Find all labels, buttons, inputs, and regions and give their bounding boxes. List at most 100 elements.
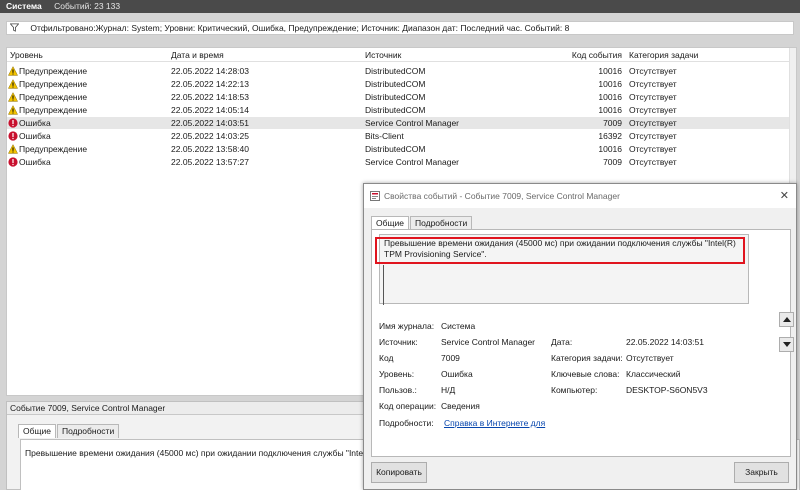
warning-icon bbox=[8, 105, 18, 115]
general-tab-panel: Превышение времени ожидания (45000 мс) п… bbox=[371, 229, 794, 457]
label-keywords: Ключевые слова: bbox=[551, 369, 620, 379]
cell-date: 22.05.2022 13:57:27 bbox=[171, 157, 249, 167]
event-properties-dialog: Свойства событий - Событие 7009, Service… bbox=[363, 183, 797, 490]
preview-tabs: Общие Подробности bbox=[18, 424, 120, 438]
dialog-tabs: Общие Подробности bbox=[371, 216, 473, 230]
cell-source: DistributedCOM bbox=[365, 79, 426, 89]
cell-source: DistributedCOM bbox=[365, 92, 426, 102]
level-text: Предупреждение bbox=[19, 66, 88, 76]
cell-level: Ошибка bbox=[8, 156, 51, 168]
label-task-category: Категория задачи: bbox=[551, 353, 623, 363]
app-header: Система Событий: 23 133 bbox=[0, 0, 800, 13]
dialog-titlebar: Свойства событий - Событие 7009, Service… bbox=[364, 184, 796, 208]
cell-level: Предупреждение bbox=[8, 143, 87, 155]
label-source: Источник: bbox=[379, 337, 418, 347]
table-header: Уровень Дата и время Источник Код событи… bbox=[7, 48, 796, 62]
table-row[interactable]: Предупреждение 22.05.2022 14:05:14 Distrib… bbox=[7, 104, 796, 116]
copy-button[interactable]: Копировать bbox=[371, 462, 427, 483]
filter-text: Отфильтровано:Журнал: System; Уровни: Кр… bbox=[30, 23, 570, 33]
table-row[interactable]: Ошибка 22.05.2022 14:03:51 Service Control… bbox=[7, 117, 796, 129]
warning-icon bbox=[8, 92, 18, 102]
cell-date: 22.05.2022 14:03:51 bbox=[171, 118, 249, 128]
arrow-up-icon bbox=[783, 317, 791, 322]
online-help-link[interactable]: Справка в Интернете для bbox=[444, 418, 545, 428]
cell-code: 10016 bbox=[598, 144, 622, 154]
value-opcode: Сведения bbox=[441, 401, 480, 411]
cell-code: 10016 bbox=[598, 79, 622, 89]
cell-source: DistributedCOM bbox=[365, 105, 426, 115]
warning-icon bbox=[8, 144, 18, 154]
event-viewer-icon bbox=[370, 191, 380, 201]
cell-date: 22.05.2022 14:18:53 bbox=[171, 92, 249, 102]
label-computer: Компьютер: bbox=[551, 385, 598, 395]
tab-general[interactable]: Общие bbox=[18, 424, 56, 438]
text-cursor bbox=[383, 265, 384, 305]
cell-category: Отсутствует bbox=[629, 105, 677, 115]
cell-date: 22.05.2022 13:58:40 bbox=[171, 144, 249, 154]
highlight-annotation bbox=[375, 237, 745, 264]
cell-code: 10016 bbox=[598, 92, 622, 102]
cell-code: 7009 bbox=[603, 118, 622, 128]
level-text: Ошибка bbox=[19, 131, 51, 141]
cell-category: Отсутствует bbox=[629, 79, 677, 89]
cell-code: 16392 bbox=[598, 131, 622, 141]
tab-details[interactable]: Подробности bbox=[56, 424, 120, 438]
previous-event-button[interactable] bbox=[779, 312, 794, 327]
event-count: Событий: 23 133 bbox=[54, 1, 121, 11]
cell-date: 22.05.2022 14:03:25 bbox=[171, 131, 249, 141]
label-user: Пользов.: bbox=[379, 385, 417, 395]
value-keywords: Классический bbox=[626, 369, 681, 379]
table-row[interactable]: Предупреждение 22.05.2022 14:18:53 Distrib… bbox=[7, 91, 796, 103]
filter-icon bbox=[10, 23, 19, 32]
level-text: Предупреждение bbox=[19, 105, 88, 115]
column-header-level[interactable]: Уровень bbox=[10, 50, 43, 60]
value-code: 7009 bbox=[441, 353, 460, 363]
label-code: Код bbox=[379, 353, 394, 363]
table-row[interactable]: Предупреждение 22.05.2022 14:28:03 Distrib… bbox=[7, 65, 796, 77]
value-computer: DESKTOP-S6ON5V3 bbox=[626, 385, 708, 395]
cell-source: Service Control Manager bbox=[365, 118, 460, 128]
label-date: Дата: bbox=[551, 337, 573, 347]
error-icon bbox=[8, 131, 18, 141]
close-icon[interactable]: ✕ bbox=[780, 184, 789, 208]
cell-source: Service Control Manager bbox=[365, 157, 460, 167]
cell-code: 7009 bbox=[603, 157, 622, 167]
filter-bar: Отфильтровано:Журнал: System; Уровни: Кр… bbox=[6, 21, 794, 35]
table-row[interactable]: Ошибка 22.05.2022 13:57:27 Service Control… bbox=[7, 156, 796, 168]
level-text: Предупреждение bbox=[19, 144, 88, 154]
cell-category: Отсутствует bbox=[629, 144, 677, 154]
label-more-info: Подробности: bbox=[379, 418, 434, 428]
tab-general[interactable]: Общие bbox=[371, 216, 409, 230]
cell-source: Bits-Client bbox=[365, 131, 404, 141]
column-header-date[interactable]: Дата и время bbox=[171, 50, 224, 60]
column-header-category[interactable]: Категория задачи bbox=[629, 50, 698, 60]
level-text: Ошибка bbox=[19, 157, 51, 167]
label-level: Уровень: bbox=[379, 369, 415, 379]
next-event-button[interactable] bbox=[779, 337, 794, 352]
preview-message: Превышение времени ожидания (45000 мс) п… bbox=[25, 448, 366, 458]
label-log-name: Имя журнала: bbox=[379, 321, 435, 331]
cell-date: 22.05.2022 14:22:13 bbox=[171, 79, 249, 89]
arrow-down-icon bbox=[783, 342, 791, 347]
close-button[interactable]: Закрыть bbox=[734, 462, 789, 483]
cell-level: Предупреждение bbox=[8, 78, 87, 90]
cell-category: Отсутствует bbox=[629, 92, 677, 102]
error-icon bbox=[8, 157, 18, 167]
cell-level: Ошибка bbox=[8, 117, 51, 129]
cell-code: 10016 bbox=[598, 66, 622, 76]
cell-category: Отсутствует bbox=[629, 131, 677, 141]
cell-category: Отсутствует bbox=[629, 66, 677, 76]
log-title: Система bbox=[6, 1, 42, 11]
cell-category: Отсутствует bbox=[629, 118, 677, 128]
cell-level: Предупреждение bbox=[8, 65, 87, 77]
tab-details[interactable]: Подробности bbox=[409, 216, 473, 230]
level-text: Предупреждение bbox=[19, 79, 88, 89]
table-row[interactable]: Ошибка 22.05.2022 14:03:25 Bits-Client 1639… bbox=[7, 130, 796, 142]
table-row[interactable]: Предупреждение 22.05.2022 14:22:13 Distrib… bbox=[7, 78, 796, 90]
table-row[interactable]: Предупреждение 22.05.2022 13:58:40 Distrib… bbox=[7, 143, 796, 155]
warning-icon bbox=[8, 79, 18, 89]
column-header-code[interactable]: Код события bbox=[552, 50, 622, 60]
cell-level: Предупреждение bbox=[8, 91, 87, 103]
column-header-source[interactable]: Источник bbox=[365, 50, 401, 60]
label-opcode: Код операции: bbox=[379, 401, 437, 411]
